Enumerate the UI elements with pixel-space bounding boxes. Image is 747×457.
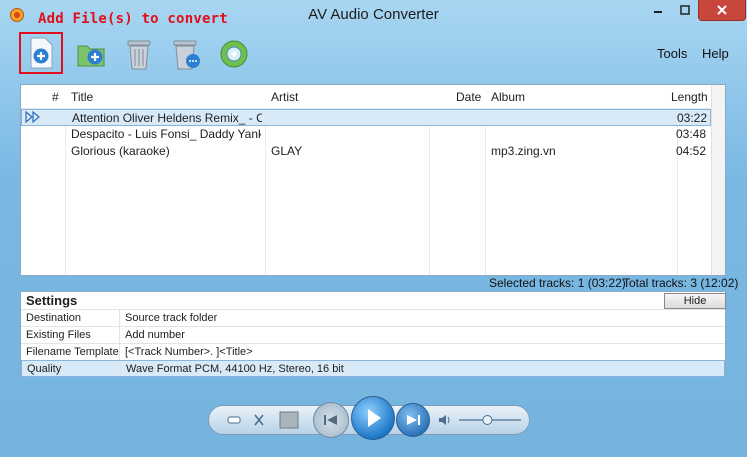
maximize-button[interactable]	[672, 0, 698, 20]
minimize-icon	[654, 11, 662, 13]
add-files-button[interactable]	[19, 32, 63, 74]
column-header-number[interactable]: #	[52, 90, 59, 104]
next-button[interactable]	[396, 403, 430, 437]
close-button[interactable]	[698, 0, 746, 21]
track-title: Attention Oliver Heldens Remix_ - Ch...	[72, 111, 262, 125]
setting-label: Destination	[26, 312, 82, 324]
setting-row-destination[interactable]: Destination Source track folder	[21, 309, 725, 327]
setting-divider	[119, 310, 120, 327]
repeat-button[interactable]	[225, 413, 243, 427]
title-bar: AV Audio Converter Add File(s) to conver…	[0, 0, 747, 30]
setting-row-existing-files[interactable]: Existing Files Add number	[21, 326, 725, 344]
setting-divider	[120, 361, 121, 376]
track-length: 03:22	[677, 111, 708, 125]
track-length: 04:52	[676, 144, 707, 158]
track-length: 03:48	[676, 127, 707, 141]
setting-value[interactable]: [<Track Number>. ]<Title>	[125, 346, 253, 358]
vertical-scrollbar[interactable]	[711, 85, 725, 275]
setting-divider	[119, 344, 120, 361]
maximize-icon	[680, 5, 690, 15]
setting-value[interactable]: Wave Format PCM, 44100 Hz, Stereo, 16 bi…	[126, 363, 344, 375]
setting-label: Quality	[27, 363, 62, 375]
playing-indicator-icon	[25, 110, 41, 127]
app-window: AV Audio Converter Add File(s) to conver…	[0, 0, 747, 457]
track-album: mp3.zing.vn	[491, 144, 556, 158]
convert-button[interactable]	[214, 34, 254, 74]
column-header-artist[interactable]: Artist	[271, 90, 298, 104]
repeat-icon	[227, 416, 241, 424]
add-folder-icon	[77, 45, 105, 67]
track-title: Glorious (karaoke)	[71, 144, 170, 158]
volume-button[interactable]	[437, 413, 453, 427]
setting-value[interactable]: Source track folder	[125, 312, 217, 324]
previous-icon	[324, 415, 337, 425]
track-list[interactable]: # Title Artist Date Album Length Attenti…	[20, 84, 726, 276]
column-header-title[interactable]: Title	[71, 90, 93, 104]
convert-icon	[220, 40, 248, 68]
menu-tools[interactable]: Tools	[657, 46, 687, 61]
shuffle-button[interactable]	[251, 412, 267, 428]
previous-button[interactable]	[313, 402, 349, 438]
setting-label: Existing Files	[26, 329, 91, 341]
column-header-date[interactable]: Date	[456, 90, 481, 104]
close-icon	[717, 5, 727, 15]
clear-all-button[interactable]	[167, 34, 207, 74]
stop-icon	[279, 411, 299, 429]
track-row[interactable]: Despacito - Luis Fonsi_ Daddy Yank... 03…	[21, 126, 711, 143]
shuffle-icon	[254, 414, 264, 426]
add-file-icon	[30, 37, 53, 69]
volume-slider[interactable]	[459, 415, 521, 425]
speaker-icon	[439, 415, 450, 425]
remove-button[interactable]	[119, 34, 159, 74]
player-bar	[208, 396, 530, 440]
add-folder-button[interactable]	[71, 34, 111, 74]
setting-label: Filename Template	[26, 346, 119, 358]
setting-value[interactable]: Add number	[125, 329, 185, 341]
column-header-length[interactable]: Length	[671, 90, 708, 104]
delete-all-icon	[173, 40, 200, 70]
menu-help[interactable]: Help	[702, 46, 729, 61]
track-title: Despacito - Luis Fonsi_ Daddy Yank...	[71, 127, 261, 141]
stop-button[interactable]	[279, 411, 299, 429]
selected-tracks-status: Selected tracks: 1 (03:22)	[489, 276, 626, 290]
setting-row-quality[interactable]: Quality Wave Format PCM, 44100 Hz, Stere…	[21, 360, 725, 377]
track-row[interactable]: Attention Oliver Heldens Remix_ - Ch... …	[21, 109, 711, 126]
play-button[interactable]	[351, 396, 395, 440]
hide-settings-button[interactable]: Hide	[664, 293, 726, 309]
add-files-annotation: Add File(s) to convert	[38, 11, 228, 27]
volume-knob[interactable]	[482, 415, 493, 425]
total-tracks-status: Total tracks: 3 (12:02)	[623, 276, 739, 290]
play-icon	[368, 409, 381, 427]
track-row[interactable]: Glorious (karaoke) GLAY mp3.zing.vn 04:5…	[21, 143, 711, 160]
delete-icon	[127, 40, 151, 70]
next-icon	[407, 415, 420, 425]
setting-row-filename-template[interactable]: Filename Template [<Track Number>. ]<Tit…	[21, 343, 725, 361]
track-artist: GLAY	[271, 144, 303, 158]
track-list-header: # Title Artist Date Album Length	[21, 85, 711, 109]
settings-panel: Settings Hide Destination Source track f…	[20, 291, 726, 377]
column-header-album[interactable]: Album	[491, 90, 525, 104]
settings-title: Settings	[26, 293, 78, 308]
setting-divider	[119, 327, 120, 344]
minimize-button[interactable]	[644, 0, 672, 20]
